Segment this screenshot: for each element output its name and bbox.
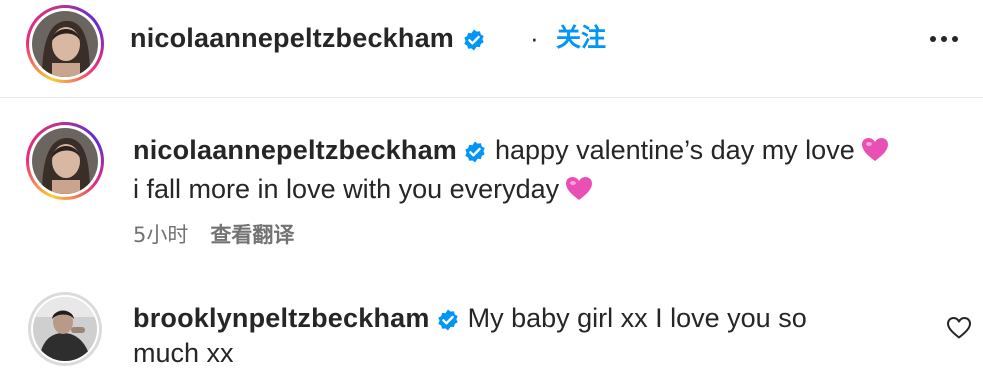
- comment-username[interactable]: brooklynpeltzbeckham: [133, 303, 430, 333]
- comment-line-2: much xx: [133, 338, 234, 368]
- comment-line-1: My baby girl xx I love you so: [467, 303, 807, 333]
- comment-avatar[interactable]: [28, 292, 102, 366]
- comment-text: brooklynpeltzbeckham My baby girl xx I l…: [133, 301, 923, 371]
- comment-item: brooklynpeltzbeckham My baby girl xx I l…: [0, 0, 983, 382]
- verified-badge-icon: [436, 308, 460, 332]
- heart-outline-icon[interactable]: [946, 316, 972, 340]
